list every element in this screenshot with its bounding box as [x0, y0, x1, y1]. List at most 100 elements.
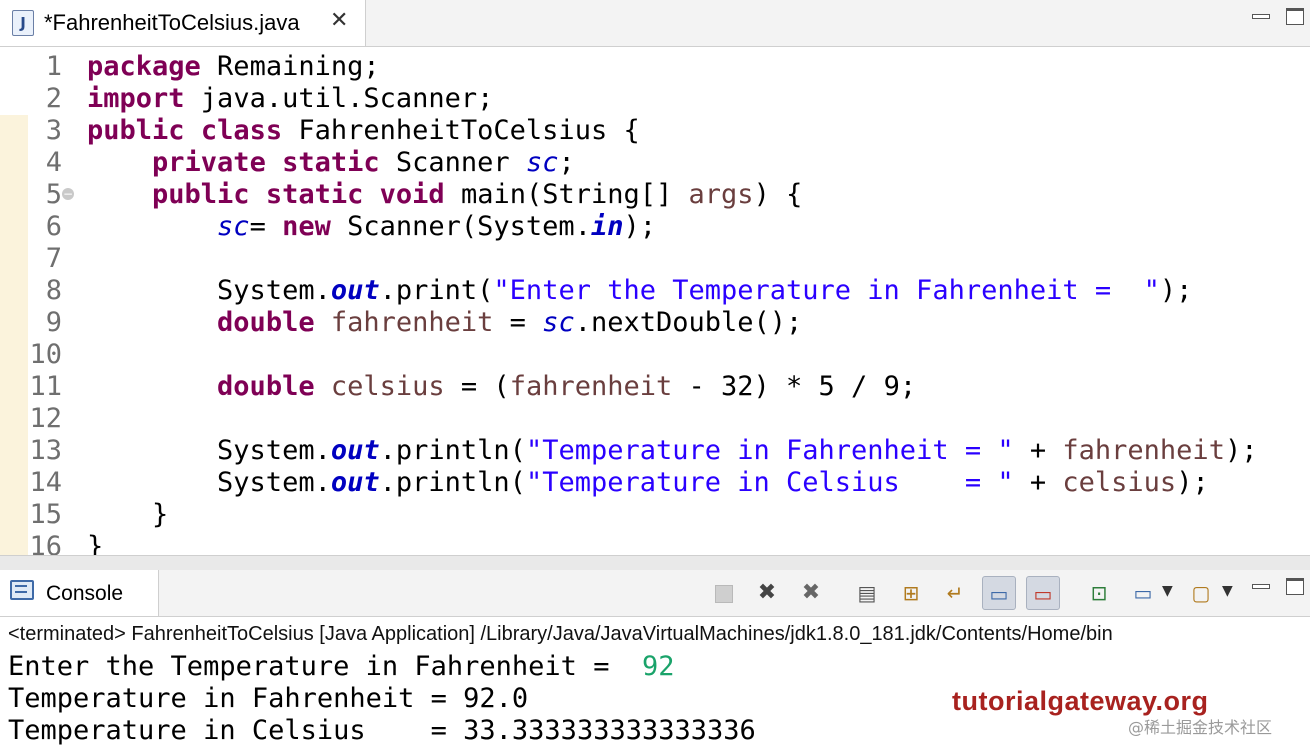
code-text: sc= new Scanner(System.in);	[87, 211, 656, 243]
line-number: 15	[29, 499, 62, 530]
line-number: 10	[29, 339, 62, 370]
code-token: static	[282, 147, 380, 178]
code-token: System.	[87, 435, 331, 466]
code-token: - 32) * 5 / 9;	[672, 371, 917, 402]
code-token: double	[217, 307, 315, 338]
code-token: .println(	[379, 467, 526, 498]
view-splitter[interactable]	[0, 555, 1310, 571]
console-output-line: Temperature in Celsius = 33.333333333333…	[8, 715, 756, 746]
code-token: fahrenheit	[509, 371, 673, 402]
terminate-icon[interactable]	[706, 576, 740, 610]
console-icon	[10, 580, 34, 600]
code-token: );	[1159, 275, 1193, 306]
code-token: sc	[542, 307, 575, 338]
code-token: =	[493, 307, 543, 338]
code-text: double fahrenheit = sc.nextDouble();	[87, 307, 802, 339]
remove-all-terminated-icon[interactable]: ✖	[794, 576, 828, 610]
code-token: java.util.Scanner;	[184, 83, 494, 114]
code-text: System.out.print("Enter the Temperature …	[87, 275, 1192, 307]
maximize-console-icon[interactable]	[1284, 576, 1306, 595]
code-token: main(String[]	[444, 179, 689, 210]
code-token: celsius	[330, 371, 445, 402]
code-token: public	[87, 115, 185, 146]
code-token: = (	[444, 371, 510, 402]
code-token: }	[87, 499, 169, 530]
open-console-icon[interactable]: ▢	[1184, 576, 1218, 610]
word-wrap-icon[interactable]: ↵	[938, 576, 972, 610]
code-text: }	[87, 499, 168, 531]
console-tab-bar: Console ✖ ✖ ▤ ⊞ ↵ ▭ ▭ ⊡ ▭ ▼ ▢ ▼	[0, 570, 1310, 617]
line-number: 1	[45, 51, 62, 82]
console-tab[interactable]: Console	[0, 570, 159, 616]
line-number: 3	[45, 115, 62, 146]
code-token: public	[152, 179, 250, 210]
code-token: );	[1176, 467, 1209, 498]
code-token: out	[330, 435, 380, 466]
code-token: private	[152, 147, 266, 178]
site-watermark: tutorialgateway.org	[952, 686, 1209, 716]
line-number: 6	[45, 211, 62, 242]
display-console-dropdown-icon[interactable]: ▼	[1162, 583, 1173, 599]
remove-launch-icon[interactable]: ✖	[750, 576, 784, 610]
code-token: }	[87, 531, 104, 555]
maximize-view-icon[interactable]	[1284, 6, 1306, 25]
editor-tab[interactable]: J *FahrenheitToCelsius.java ✕	[0, 0, 366, 46]
java-file-icon: J	[12, 10, 34, 36]
code-token: fahrenheit	[330, 307, 494, 338]
line-number: 4	[45, 147, 62, 178]
console-user-input: 92	[641, 651, 675, 682]
code-token: "Temperature in Fahrenheit = "	[525, 435, 1014, 466]
fold-toggle-icon[interactable]: −	[62, 188, 74, 200]
code-token: sc	[217, 211, 250, 242]
line-number: 9	[45, 307, 62, 338]
minimize-view-icon[interactable]	[1250, 6, 1272, 24]
code-token: Remaining;	[200, 51, 380, 82]
code-token: sc	[525, 147, 559, 178]
clear-console-icon[interactable]: ▤	[850, 576, 884, 610]
code-token: =	[249, 211, 283, 242]
show-on-stderr-icon[interactable]: ▭	[1026, 576, 1060, 610]
line-number: 16	[29, 531, 62, 555]
code-text: System.out.println("Temperature in Fahre…	[87, 435, 1257, 467]
code-token: out	[330, 275, 380, 306]
code-token: import	[87, 83, 185, 114]
code-token: void	[379, 179, 445, 210]
code-text: }	[87, 531, 103, 555]
code-token: .println(	[379, 435, 526, 466]
code-token: fahrenheit	[1062, 435, 1225, 466]
code-text: public class FahrenheitToCelsius {	[87, 115, 640, 147]
code-token: .nextDouble();	[574, 307, 803, 338]
scroll-lock-icon[interactable]: ⊞	[894, 576, 928, 610]
code-editor[interactable]: 1 package Remaining; 2 import java.util.Sca…	[0, 47, 1310, 555]
code-text: private static Scanner sc;	[87, 147, 575, 179]
open-console-dropdown-icon[interactable]: ▼	[1222, 583, 1233, 599]
code-text: public static void main(String[] args) {	[87, 179, 802, 211]
close-tab-icon[interactable]: ✕	[330, 8, 348, 33]
code-token: +	[1013, 467, 1063, 498]
code-token: +	[1013, 435, 1063, 466]
code-token: in	[590, 211, 624, 242]
code-token: package	[87, 51, 201, 82]
show-on-stdout-icon[interactable]: ▭	[982, 576, 1016, 610]
display-console-icon[interactable]: ▭	[1126, 576, 1160, 610]
editor-tab-title: *FahrenheitToCelsius.java	[44, 10, 300, 35]
code-token: Scanner(System.	[330, 211, 591, 242]
code-token: out	[330, 467, 380, 498]
minimize-console-icon[interactable]	[1250, 576, 1272, 594]
console-output-line: Enter the Temperature in Fahrenheit = 92	[0, 651, 1310, 683]
pin-console-icon[interactable]: ⊡	[1082, 576, 1116, 610]
line-number: 2	[45, 83, 62, 114]
line-number: 7	[45, 243, 62, 274]
code-token: System.	[87, 275, 331, 306]
code-token: ) {	[753, 179, 803, 210]
code-token: .print(	[379, 275, 494, 306]
line-number: 8	[45, 275, 62, 306]
